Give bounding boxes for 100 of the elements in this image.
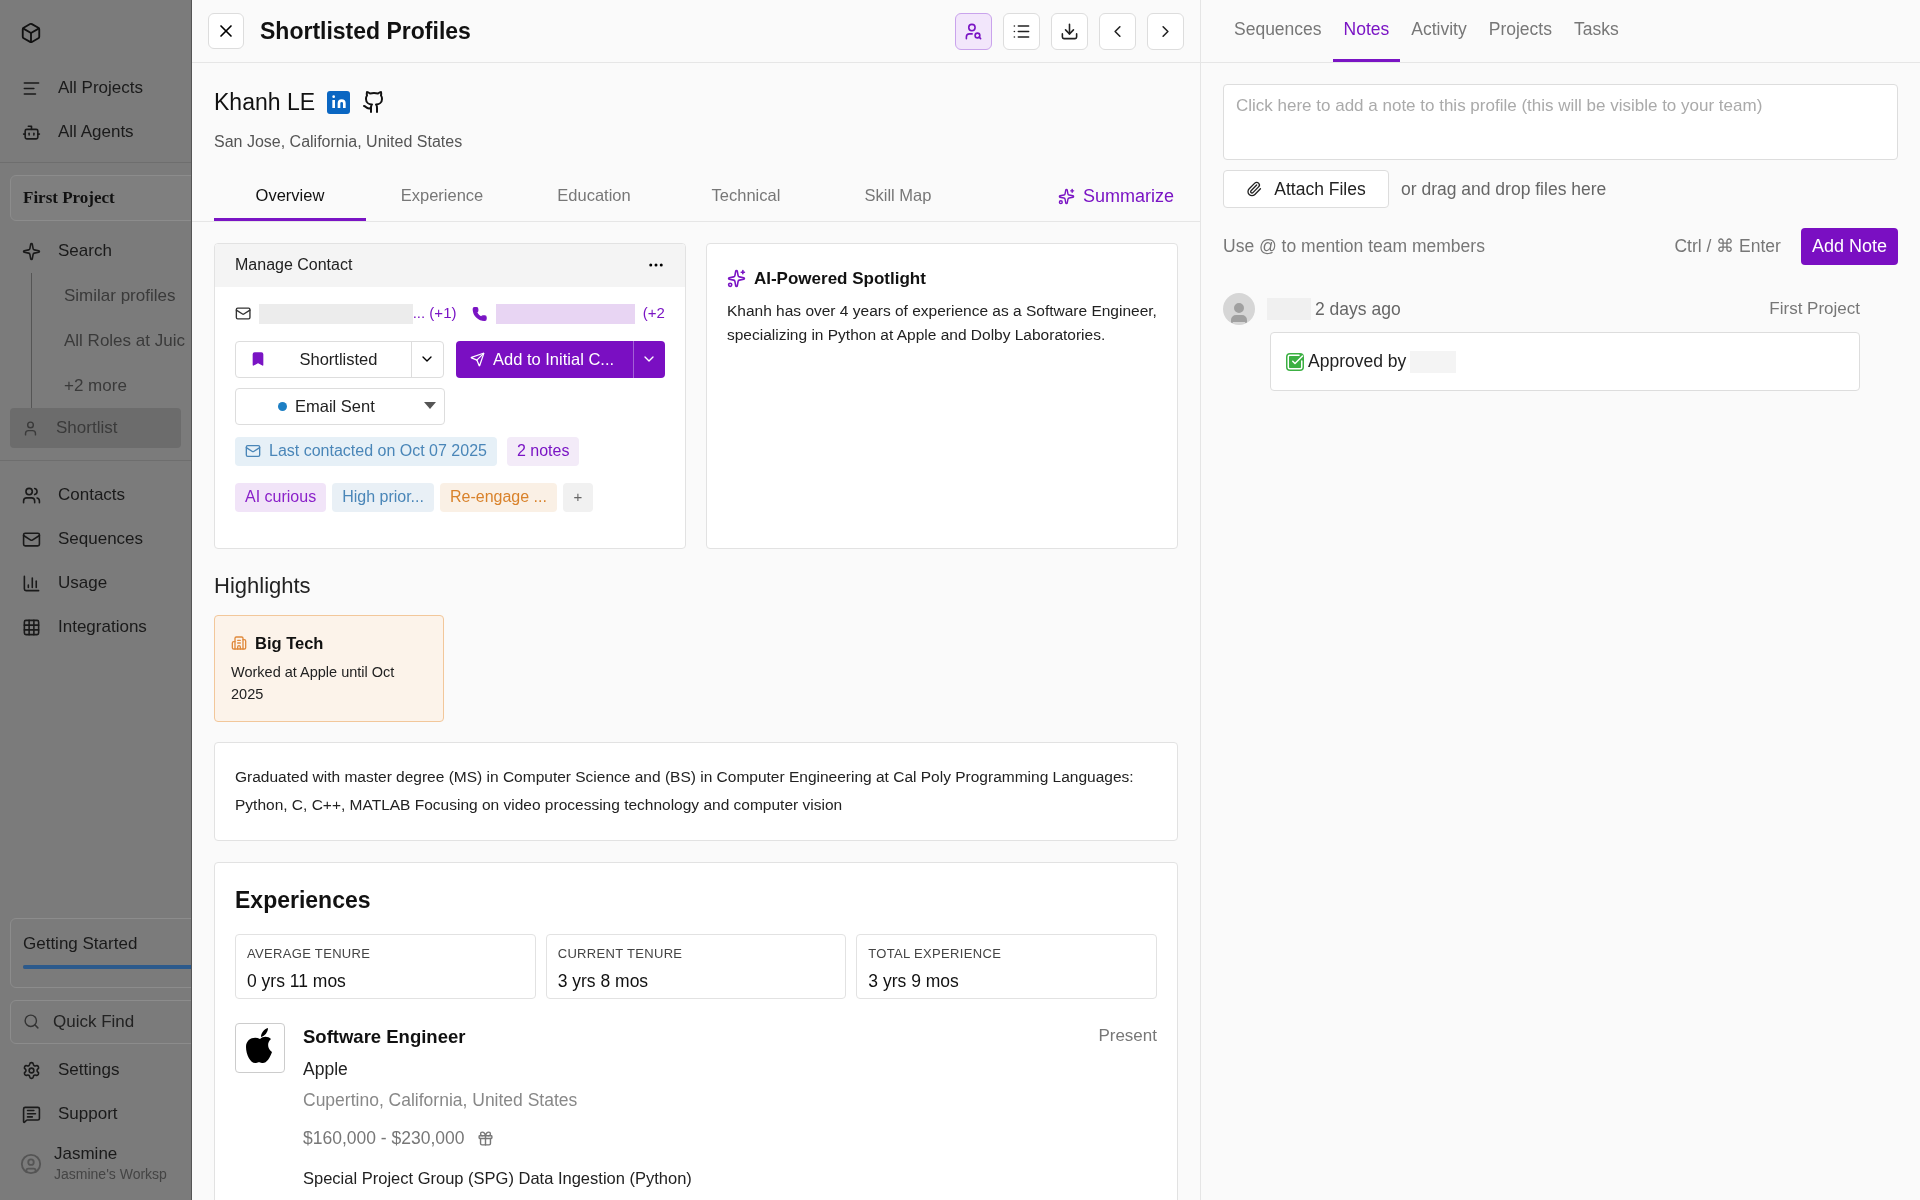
chat-icon [22,1104,41,1124]
card-title: Manage Contact [235,255,353,275]
avatar-icon [20,1153,42,1175]
phone-count[interactable]: (+2 [642,302,665,325]
nav-item[interactable]: Usage [0,561,191,605]
shortcut-hint: Ctrl / ⌘ Enter [1674,235,1781,259]
people-icon [22,485,41,505]
last-contacted-badge: Last contacted on Oct 07 2025 [235,436,497,466]
mention-hint: Use @ to mention team members [1223,235,1485,259]
nav-item[interactable]: Integrations [0,605,191,649]
notes-panel-tab[interactable]: Tasks [1562,0,1630,62]
saved-search-item[interactable]: All Roles at Juic [64,318,191,363]
notes-panel-tab[interactable]: Projects [1477,0,1563,62]
sparkle-icon [1057,188,1075,205]
nav-item[interactable]: All Agents [0,110,191,154]
nav-item[interactable]: Settings [0,1048,191,1092]
avatar [1223,293,1255,325]
company-name: Apple [303,1057,349,1081]
robot-icon [22,122,41,142]
summarize-button[interactable]: Summarize [1057,172,1178,221]
close-button[interactable] [208,13,244,49]
job-period: Present [1098,1025,1157,1047]
highlight-title: Big Tech [255,632,324,654]
tag[interactable]: Re-engage ... [439,482,557,512]
note-time: 2 days ago [1315,297,1401,321]
saved-search-item[interactable]: +2 more [64,363,191,408]
caret-icon [424,402,436,410]
add-note-button[interactable]: Add Note [1800,228,1898,265]
profile-location: San Jose, California, United States [214,131,464,152]
nav-item[interactable]: All Projects [0,66,191,110]
card-title: AI-Powered Spotlight [753,267,926,290]
profile-tab[interactable]: Education [518,172,670,221]
saved-search-item[interactable]: Similar profiles [64,273,191,318]
salary-range: $160,000 - $230,000 [303,1127,465,1151]
education-summary: Graduated with master degree (MS) in Computer Science and (BS) in Computer Engineering at Cal Poly Programming Languages: Python, C, C++, MATLAB Focusing on video processing technology and computer vision [235,767,1135,815]
sparkle-icon [726,268,746,288]
gift-icon [476,1129,494,1147]
logo-icon [20,22,42,44]
add-tag-button[interactable]: + [562,482,593,512]
settings-icon [22,1060,41,1080]
sparkle-icon [22,241,41,261]
profile-tab[interactable]: Experience [366,172,518,221]
phone-icon [472,305,488,322]
envelope-icon [22,529,41,549]
nav-item[interactable]: Support [0,1092,191,1136]
job-title: Software Engineer [303,1025,466,1049]
notes-panel-tab[interactable]: Sequences [1223,0,1333,62]
stat-label: AVERAGE TENURE [247,945,372,963]
tag[interactable]: High prior... [332,482,434,512]
nav-item[interactable]: Sequences [0,517,191,561]
tag[interactable]: AI curious [235,482,327,512]
paperclip-icon [1246,181,1263,197]
job-project: Special Project Group (SPG) Data Ingestion (Python) [303,1167,693,1189]
profile-tab[interactable]: Overview [214,172,366,221]
notes-count-badge[interactable]: 2 notes [506,436,580,466]
drop-hint: or drag and drop files here [1401,177,1607,201]
stat-value: 0 yrs 11 mos [247,969,347,993]
attach-files-button[interactable]: Attach Files [1223,170,1389,208]
job-location: Cupertino, California, United States [303,1089,579,1112]
note-input[interactable]: Click here to add a note to this profile (this will be visible to your team) [1223,84,1898,160]
profile-tab[interactable]: Technical [670,172,822,221]
linkedin-icon[interactable] [327,90,351,114]
profile-name: Khanh LE [214,88,316,117]
download-icon [1060,21,1079,41]
grid-icon [22,617,41,637]
highlight-text: Worked at Apple until Oct 2025 [231,663,396,705]
stat-value: 3 yrs 8 mos [557,969,650,993]
envelope-icon [235,305,252,322]
send-icon [470,351,485,367]
quick-find-field[interactable]: Quick Find [10,1000,191,1044]
section-heading: Experiences [235,885,372,915]
sequence-split-button[interactable]: Add to Initial C... [456,340,665,378]
status-dropdown[interactable]: Shortlisted [235,340,444,378]
profile-tab[interactable]: Skill Map [822,172,974,221]
panel-title: Shortlisted Profiles [260,16,471,46]
notes-panel-tab[interactable]: Activity [1400,0,1478,62]
stat-value: 3 yrs 9 mos [868,969,960,993]
toolbar-button[interactable] [1051,12,1088,50]
email-status-dropdown[interactable]: Email Sent [235,387,445,425]
search-icon [23,1013,40,1030]
bar-chart-icon [22,573,41,593]
note-project: First Project [1769,298,1860,321]
check-icon [1286,352,1304,371]
project-selector[interactable]: First Project [10,175,191,221]
bookmark-icon [250,351,266,367]
stat-label: TOTAL EXPERIENCE [868,945,1003,963]
nav-item[interactable]: Search [0,229,191,273]
user-name: Jasmine [54,1144,119,1164]
building-icon [231,634,247,651]
toolbar-button[interactable] [955,12,992,50]
toolbar-button[interactable] [1003,12,1040,50]
email-count[interactable]: ... (+1) [412,302,457,325]
person-icon [22,419,39,437]
stat-label: CURRENT TENURE [557,945,684,963]
spotlight-text: Khanh has over 4 years of experience as a Software Engineer, specializing in Python at Apple and Dolby Laboratories. [726,301,1157,345]
notes-panel-tab[interactable]: Notes [1332,0,1401,62]
section-heading: Highlights [214,571,312,600]
getting-started-label: Getting Started [23,933,139,955]
note-text: Approved by [1308,350,1407,374]
nav-item[interactable]: Contacts [0,473,191,517]
